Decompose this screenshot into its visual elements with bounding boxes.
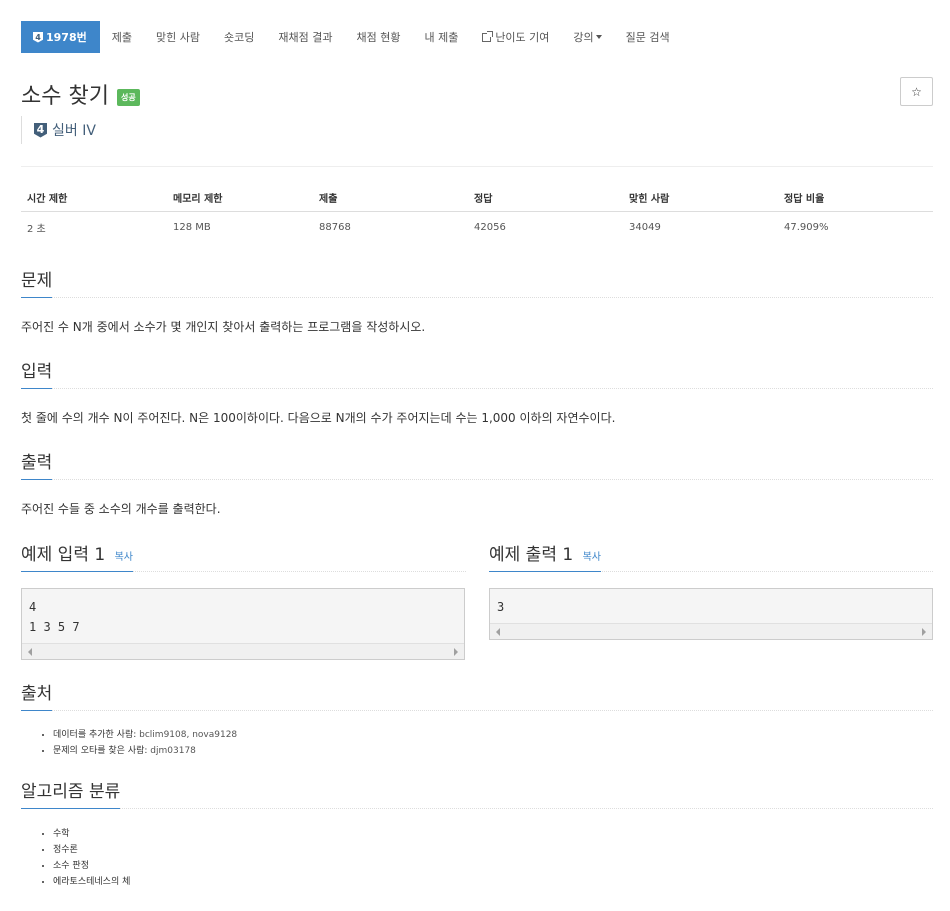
output-text: 주어진 수들 중 소수의 개수를 출력한다. [21,502,221,516]
copy-button[interactable]: 복사 [115,552,133,563]
tab-problem-number[interactable]: 4 1978번 [21,21,100,53]
sample-output-header: 예제 출력 1 복사 [489,540,933,572]
user-link[interactable]: djm03178 [150,746,196,756]
sample-input-box[interactable]: 4 1 3 5 7 [21,588,465,660]
cell-accepted: 42056 [474,222,506,233]
tab-label: 난이도 기여 [495,31,550,44]
algorithm-tag[interactable]: 수학 [53,826,130,842]
tab-lectures-dropdown[interactable]: 강의 [561,21,613,53]
sample-input-header: 예제 입력 1 복사 [21,540,466,572]
table-header-row: 시간 제한 메모리 제한 제출 정답 맞힌 사람 정답 비율 [21,184,933,212]
header-accept-ratio: 정답 비율 [778,184,933,212]
star-icon: ☆ [911,84,922,99]
algorithm-tag[interactable]: 소수 판정 [53,858,130,874]
header-memory-limit: 메모리 제한 [167,184,313,212]
problem-header: 소수 찾기 성공 [21,78,140,110]
algorithm-tag[interactable]: 에라토스테네스의 체 [53,874,130,890]
header-submissions: 제출 [313,184,468,212]
tab-my-submissions[interactable]: 내 제출 [412,21,470,53]
header-solved-users: 맞힌 사람 [623,184,778,212]
section-input-header: 입력 [21,357,933,389]
tier-icon: 4 [33,31,43,43]
problem-title: 소수 찾기 [21,84,109,109]
table-row: 2 초 128 MB 88768 42056 34049 47.909% [21,212,933,244]
section-heading: 입력 [21,357,53,389]
section-heading: 알고리즘 분류 [21,777,121,809]
section-heading: 출처 [21,679,53,711]
section-heading: 출력 [21,448,53,480]
tab-difficulty-contribution[interactable]: 난이도 기여 [470,21,561,53]
tab-label: 강의 [573,31,594,44]
section-algorithm-header: 알고리즘 분류 [21,777,933,809]
tier-icon: 4 [34,122,47,138]
user-links[interactable]: bclim9108, nova9128 [139,730,237,740]
scroll-left-icon[interactable] [28,648,32,656]
problem-info-table: 시간 제한 메모리 제한 제출 정답 맞힌 사람 정답 비율 2 초 128 M… [21,184,933,243]
list-item: 문제의 오타를 찾은 사람: djm03178 [53,743,237,759]
section-description-header: 문제 [21,266,933,298]
source-list: 데이터를 추가한 사람: bclim9108, nova9128 문제의 오타를… [21,727,237,759]
cell-submissions: 88768 [319,222,351,233]
section-heading: 예제 입력 1 [21,545,106,565]
problem-tier[interactable]: 4 실버 IV [21,116,96,144]
caret-down-icon [595,35,602,39]
problem-nav: 4 1978번 제출 맞힌 사람 숏코딩 재채점 결과 채점 현황 내 제출 난… [21,14,950,60]
section-heading: 예제 출력 1 [489,545,574,565]
sample-output-box[interactable]: 3 [489,588,933,640]
scroll-right-icon[interactable] [922,628,926,636]
tab-rejudge-results[interactable]: 재채점 결과 [266,21,344,53]
list-item: 데이터를 추가한 사람: bclim9108, nova9128 [53,727,237,743]
cell-solved-users: 34049 [629,222,661,233]
external-link-icon [482,30,494,42]
tab-submit[interactable]: 제출 [100,21,144,53]
tab-label: 1978번 [46,31,87,44]
horizontal-scrollbar[interactable] [22,643,464,659]
algorithm-tag[interactable]: 정수론 [53,842,130,858]
sample-input-text: 4 1 3 5 7 [29,600,80,634]
description-text: 주어진 수 N개 중에서 소수가 몇 개인지 찾아서 출력하는 프로그램을 작성… [21,320,426,334]
sample-output-text: 3 [497,600,505,614]
tab-question-search[interactable]: 질문 검색 [614,21,682,53]
header-accepted: 정답 [468,184,623,212]
cell-time-limit: 2 초 [27,224,46,235]
input-text: 첫 줄에 수의 개수 N이 주어진다. N은 100이하이다. 다음으로 N개의… [21,411,616,425]
scroll-left-icon[interactable] [496,628,500,636]
tab-short-coding[interactable]: 숏코딩 [212,21,266,53]
algorithm-tag-list: 수학 정수론 소수 판정 에라토스테네스의 체 [21,826,130,890]
status-badge: 성공 [116,88,140,106]
tab-judge-status[interactable]: 채점 현황 [344,21,412,53]
scroll-right-icon[interactable] [454,648,458,656]
cell-memory-limit: 128 MB [173,222,211,233]
section-output-header: 출력 [21,448,933,480]
horizontal-scrollbar[interactable] [490,623,932,639]
cell-accept-ratio: 47.909% [784,222,829,233]
divider [21,166,933,167]
favorite-star-button[interactable]: ☆ [900,77,933,106]
header-time-limit: 시간 제한 [21,184,167,212]
tier-label: 실버 IV [52,123,96,139]
copy-button[interactable]: 복사 [583,552,601,563]
section-heading: 문제 [21,266,53,298]
section-source-header: 출처 [21,679,933,711]
tab-solved-users[interactable]: 맞힌 사람 [144,21,212,53]
